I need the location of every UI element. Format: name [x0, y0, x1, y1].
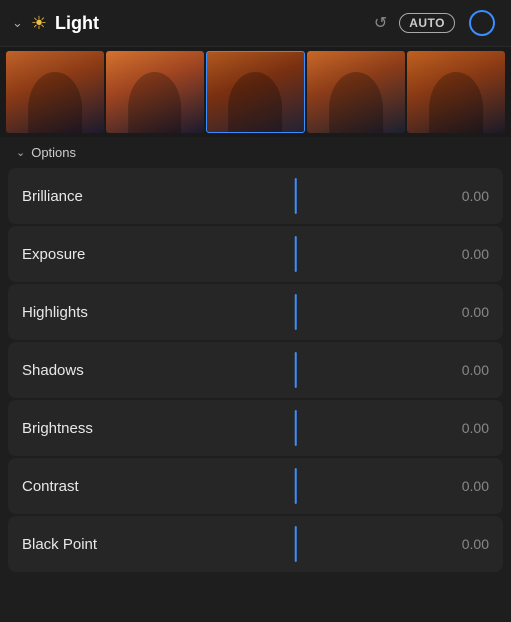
slider-track[interactable] [152, 516, 439, 572]
thumbnail-strip [0, 47, 511, 137]
slider-row[interactable]: Contrast 0.00 [8, 458, 503, 514]
light-panel: ⌄ ☀ Light ↺ AUTO ⌄ Options Brilliance 0.0… [0, 0, 511, 622]
section-header: ⌄ ☀ Light ↺ AUTO [0, 0, 511, 47]
slider-center-line-icon [294, 410, 297, 446]
slider-track[interactable] [152, 168, 439, 224]
options-label: Options [31, 145, 76, 160]
light-sun-icon: ☀ [31, 13, 47, 34]
slider-track[interactable] [152, 284, 439, 340]
slider-row[interactable]: Brightness 0.00 [8, 400, 503, 456]
slider-track[interactable] [152, 400, 439, 456]
slider-track[interactable] [152, 458, 439, 514]
slider-label: Shadows [22, 362, 152, 379]
slider-label: Brightness [22, 420, 152, 437]
slider-row[interactable]: Exposure 0.00 [8, 226, 503, 282]
thumbnail-item[interactable] [6, 51, 104, 133]
slider-center-line-icon [294, 526, 297, 562]
slider-track[interactable] [152, 226, 439, 282]
slider-value: 0.00 [439, 304, 489, 320]
slider-label: Brilliance [22, 188, 152, 205]
slider-label: Highlights [22, 304, 152, 321]
thumbnail-item[interactable] [307, 51, 405, 133]
section-title: Light [55, 13, 366, 34]
slider-label: Contrast [22, 478, 152, 495]
thumbnail-item[interactable] [407, 51, 505, 133]
slider-value: 0.00 [439, 536, 489, 552]
circle-toggle-icon[interactable] [469, 10, 495, 36]
slider-track[interactable] [152, 342, 439, 398]
slider-row[interactable]: Black Point 0.00 [8, 516, 503, 572]
slider-row[interactable]: Brilliance 0.00 [8, 168, 503, 224]
slider-value: 0.00 [439, 188, 489, 204]
auto-button[interactable]: AUTO [399, 13, 455, 33]
collapse-chevron-icon[interactable]: ⌄ [12, 15, 23, 31]
slider-value: 0.00 [439, 246, 489, 262]
options-header[interactable]: ⌄ Options [0, 137, 511, 168]
slider-label: Black Point [22, 536, 152, 553]
slider-value: 0.00 [439, 478, 489, 494]
slider-center-line-icon [294, 352, 297, 388]
sliders-container: Brilliance 0.00 Exposure 0.00 Highlights 0.00… [0, 168, 511, 622]
slider-center-line-icon [294, 294, 297, 330]
slider-label: Exposure [22, 246, 152, 263]
thumbnail-item[interactable] [206, 51, 306, 133]
options-chevron-icon: ⌄ [16, 146, 25, 159]
slider-center-line-icon [294, 178, 297, 214]
undo-icon[interactable]: ↺ [374, 13, 387, 33]
slider-center-line-icon [294, 468, 297, 504]
slider-value: 0.00 [439, 420, 489, 436]
thumbnail-item[interactable] [106, 51, 204, 133]
slider-row[interactable]: Shadows 0.00 [8, 342, 503, 398]
slider-center-line-icon [294, 236, 297, 272]
slider-row[interactable]: Highlights 0.00 [8, 284, 503, 340]
slider-value: 0.00 [439, 362, 489, 378]
